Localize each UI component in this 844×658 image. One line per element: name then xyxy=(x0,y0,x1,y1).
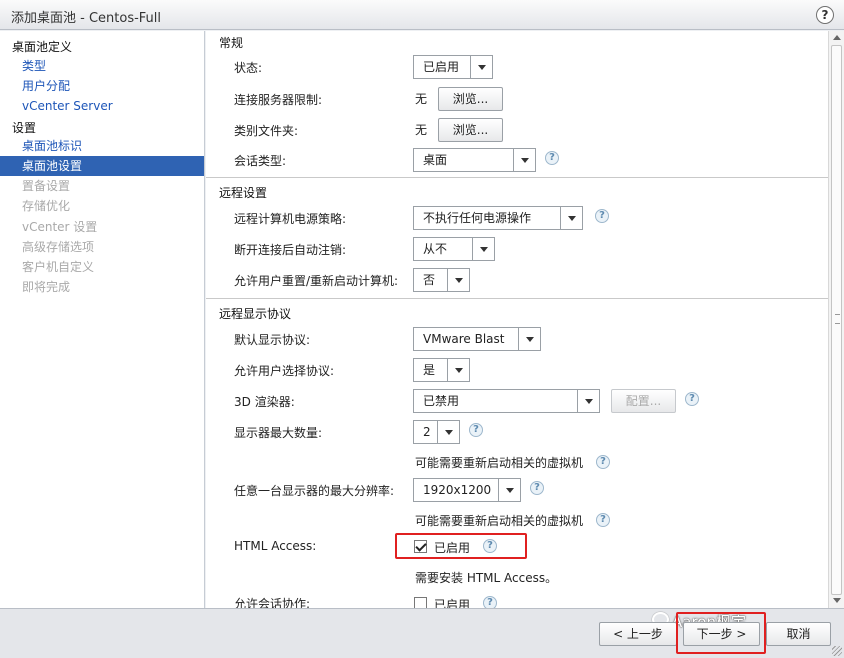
nav-item-pool-settings[interactable]: 桌面池设置 xyxy=(0,156,204,176)
session-collab-help-icon[interactable]: ? xyxy=(483,596,497,608)
browse-connection-server-button[interactable]: 浏览... xyxy=(438,87,503,111)
nav-item-ready-to-complete: 即将完成 xyxy=(22,280,71,294)
category-folder-label: 类别文件夹: xyxy=(234,124,299,138)
session-collab-label: 允许会话协作: xyxy=(234,597,311,608)
section-title-display-protocol: 远程显示协议 xyxy=(219,307,292,321)
section-divider xyxy=(206,298,828,299)
status-label: 状态: xyxy=(234,61,263,75)
restart-note-help-icon[interactable]: ? xyxy=(596,513,610,527)
html-access-highlight xyxy=(395,533,527,559)
allow-reset-select-value: 否 xyxy=(423,273,436,287)
default-protocol-select-value: VMware Blast xyxy=(423,332,505,346)
power-policy-select[interactable]: 不执行任何电源操作 xyxy=(413,206,583,230)
chevron-down-icon xyxy=(447,359,469,381)
renderer-label: 3D 渲染器: xyxy=(234,395,295,409)
session-type-select[interactable]: 桌面 xyxy=(413,148,536,172)
nav-item-pool-identification[interactable]: 桌面池标识 xyxy=(0,136,204,156)
default-protocol-select[interactable]: VMware Blast xyxy=(413,327,541,351)
allow-choose-protocol-label: 允许用户选择协议: xyxy=(234,364,335,378)
scrollbar-thumb[interactable] xyxy=(831,45,842,595)
allow-choose-protocol-select[interactable]: 是 xyxy=(413,358,470,382)
power-policy-select-value: 不执行任何电源操作 xyxy=(423,211,532,225)
scroll-down-icon[interactable] xyxy=(833,598,841,603)
session-type-label: 会话类型: xyxy=(234,154,287,168)
chevron-down-icon xyxy=(577,390,599,412)
settings-panel: 常规 状态: 已启用 连接服务器限制: 无 浏览... 类别文件夹: 无 浏览.… xyxy=(206,31,828,608)
max-monitors-help-icon[interactable]: ? xyxy=(469,423,483,437)
chevron-down-icon xyxy=(513,149,535,171)
restart-vm-note: 可能需要重新启动相关的虚拟机 xyxy=(415,514,584,528)
connection-server-label: 连接服务器限制: xyxy=(234,93,323,107)
cancel-button[interactable]: 取消 xyxy=(766,622,831,646)
chevron-down-icon xyxy=(498,479,520,501)
session-collab-checkbox-label: 已启用 xyxy=(434,598,471,608)
html-access-note: 需要安装 HTML Access。 xyxy=(415,571,558,585)
chevron-down-icon xyxy=(518,328,540,350)
wizard-footer: Aaron枫宇 < 上一步 下一步 > 取消 xyxy=(0,608,844,658)
session-type-select-value: 桌面 xyxy=(423,153,448,167)
browse-category-folder-button[interactable]: 浏览... xyxy=(438,118,503,142)
power-policy-help-icon[interactable]: ? xyxy=(595,209,609,223)
allow-reset-select[interactable]: 否 xyxy=(413,268,470,292)
renderer-select[interactable]: 已禁用 xyxy=(413,389,600,413)
connection-server-value: 无 xyxy=(415,92,428,106)
chevron-down-icon xyxy=(472,238,494,260)
restart-note-help-icon[interactable]: ? xyxy=(596,455,610,469)
nav-item-vcenter-server[interactable]: vCenter Server xyxy=(0,96,204,116)
renderer-help-icon[interactable]: ? xyxy=(685,392,699,406)
auto-logoff-select[interactable]: 从不 xyxy=(413,237,495,261)
nav-item-advanced-storage: 高级存储选项 xyxy=(22,240,95,254)
status-select[interactable]: 已启用 xyxy=(413,55,493,79)
resize-grip-icon[interactable] xyxy=(832,646,842,656)
auto-logoff-select-value: 从不 xyxy=(423,242,448,256)
html-access-label: HTML Access: xyxy=(234,539,317,553)
power-policy-label: 远程计算机电源策略: xyxy=(234,212,347,226)
nav-item-vcenter-settings: vCenter 设置 xyxy=(22,220,98,234)
chevron-down-icon xyxy=(470,56,492,78)
category-folder-value: 无 xyxy=(415,123,428,137)
nav-item-guest-customization: 客户机自定义 xyxy=(22,260,95,274)
title-bar: 添加桌面池 - Centos-Full ? xyxy=(0,0,844,30)
grip-icon xyxy=(835,314,840,324)
next-button-highlight xyxy=(676,612,766,654)
back-button[interactable]: < 上一步 xyxy=(599,622,677,646)
auto-logoff-label: 断开连接后自动注销: xyxy=(234,243,347,257)
session-type-help-icon[interactable]: ? xyxy=(545,151,559,165)
nav-item-provisioning-settings: 置备设置 xyxy=(22,179,71,193)
restart-vm-note: 可能需要重新启动相关的虚拟机 xyxy=(415,456,584,470)
max-monitors-select-value: 2 xyxy=(423,425,431,439)
section-title-remote: 远程设置 xyxy=(219,186,268,200)
max-monitors-select[interactable]: 2 xyxy=(413,420,460,444)
renderer-select-value: 已禁用 xyxy=(423,394,460,408)
max-resolution-select-value: 1920x1200 xyxy=(423,483,492,497)
allow-choose-protocol-select-value: 是 xyxy=(423,363,436,377)
scroll-up-icon[interactable] xyxy=(833,35,841,40)
default-protocol-label: 默认显示协议: xyxy=(234,333,311,347)
section-title-general: 常规 xyxy=(219,36,244,50)
nav-group-pool-definition: 桌面池定义 xyxy=(12,40,73,54)
max-resolution-select[interactable]: 1920x1200 xyxy=(413,478,521,502)
help-icon[interactable]: ? xyxy=(816,6,834,24)
chevron-down-icon xyxy=(560,207,582,229)
chevron-down-icon xyxy=(437,421,459,443)
wizard-sidebar: 桌面池定义 类型 用户分配 vCenter Server 设置 桌面池标识 桌面… xyxy=(0,31,205,608)
nav-item-type[interactable]: 类型 xyxy=(0,56,204,76)
nav-item-storage-optimization: 存储优化 xyxy=(22,199,71,213)
allow-reset-label: 允许用户重置/重新启动计算机: xyxy=(234,274,399,288)
section-divider xyxy=(206,177,828,178)
nav-item-user-assignment[interactable]: 用户分配 xyxy=(0,76,204,96)
session-collab-checkbox[interactable] xyxy=(414,597,427,608)
chevron-down-icon xyxy=(447,269,469,291)
max-resolution-help-icon[interactable]: ? xyxy=(530,481,544,495)
max-monitors-label: 显示器最大数量: xyxy=(234,426,323,440)
nav-group-settings: 设置 xyxy=(12,121,37,135)
status-select-value: 已启用 xyxy=(423,60,460,74)
max-resolution-label: 任意一台显示器的最大分辨率: xyxy=(234,484,395,498)
configure-renderer-button: 配置... xyxy=(611,389,676,413)
vertical-scrollbar[interactable] xyxy=(828,31,844,608)
window-title: 添加桌面池 - Centos-Full xyxy=(11,11,162,26)
